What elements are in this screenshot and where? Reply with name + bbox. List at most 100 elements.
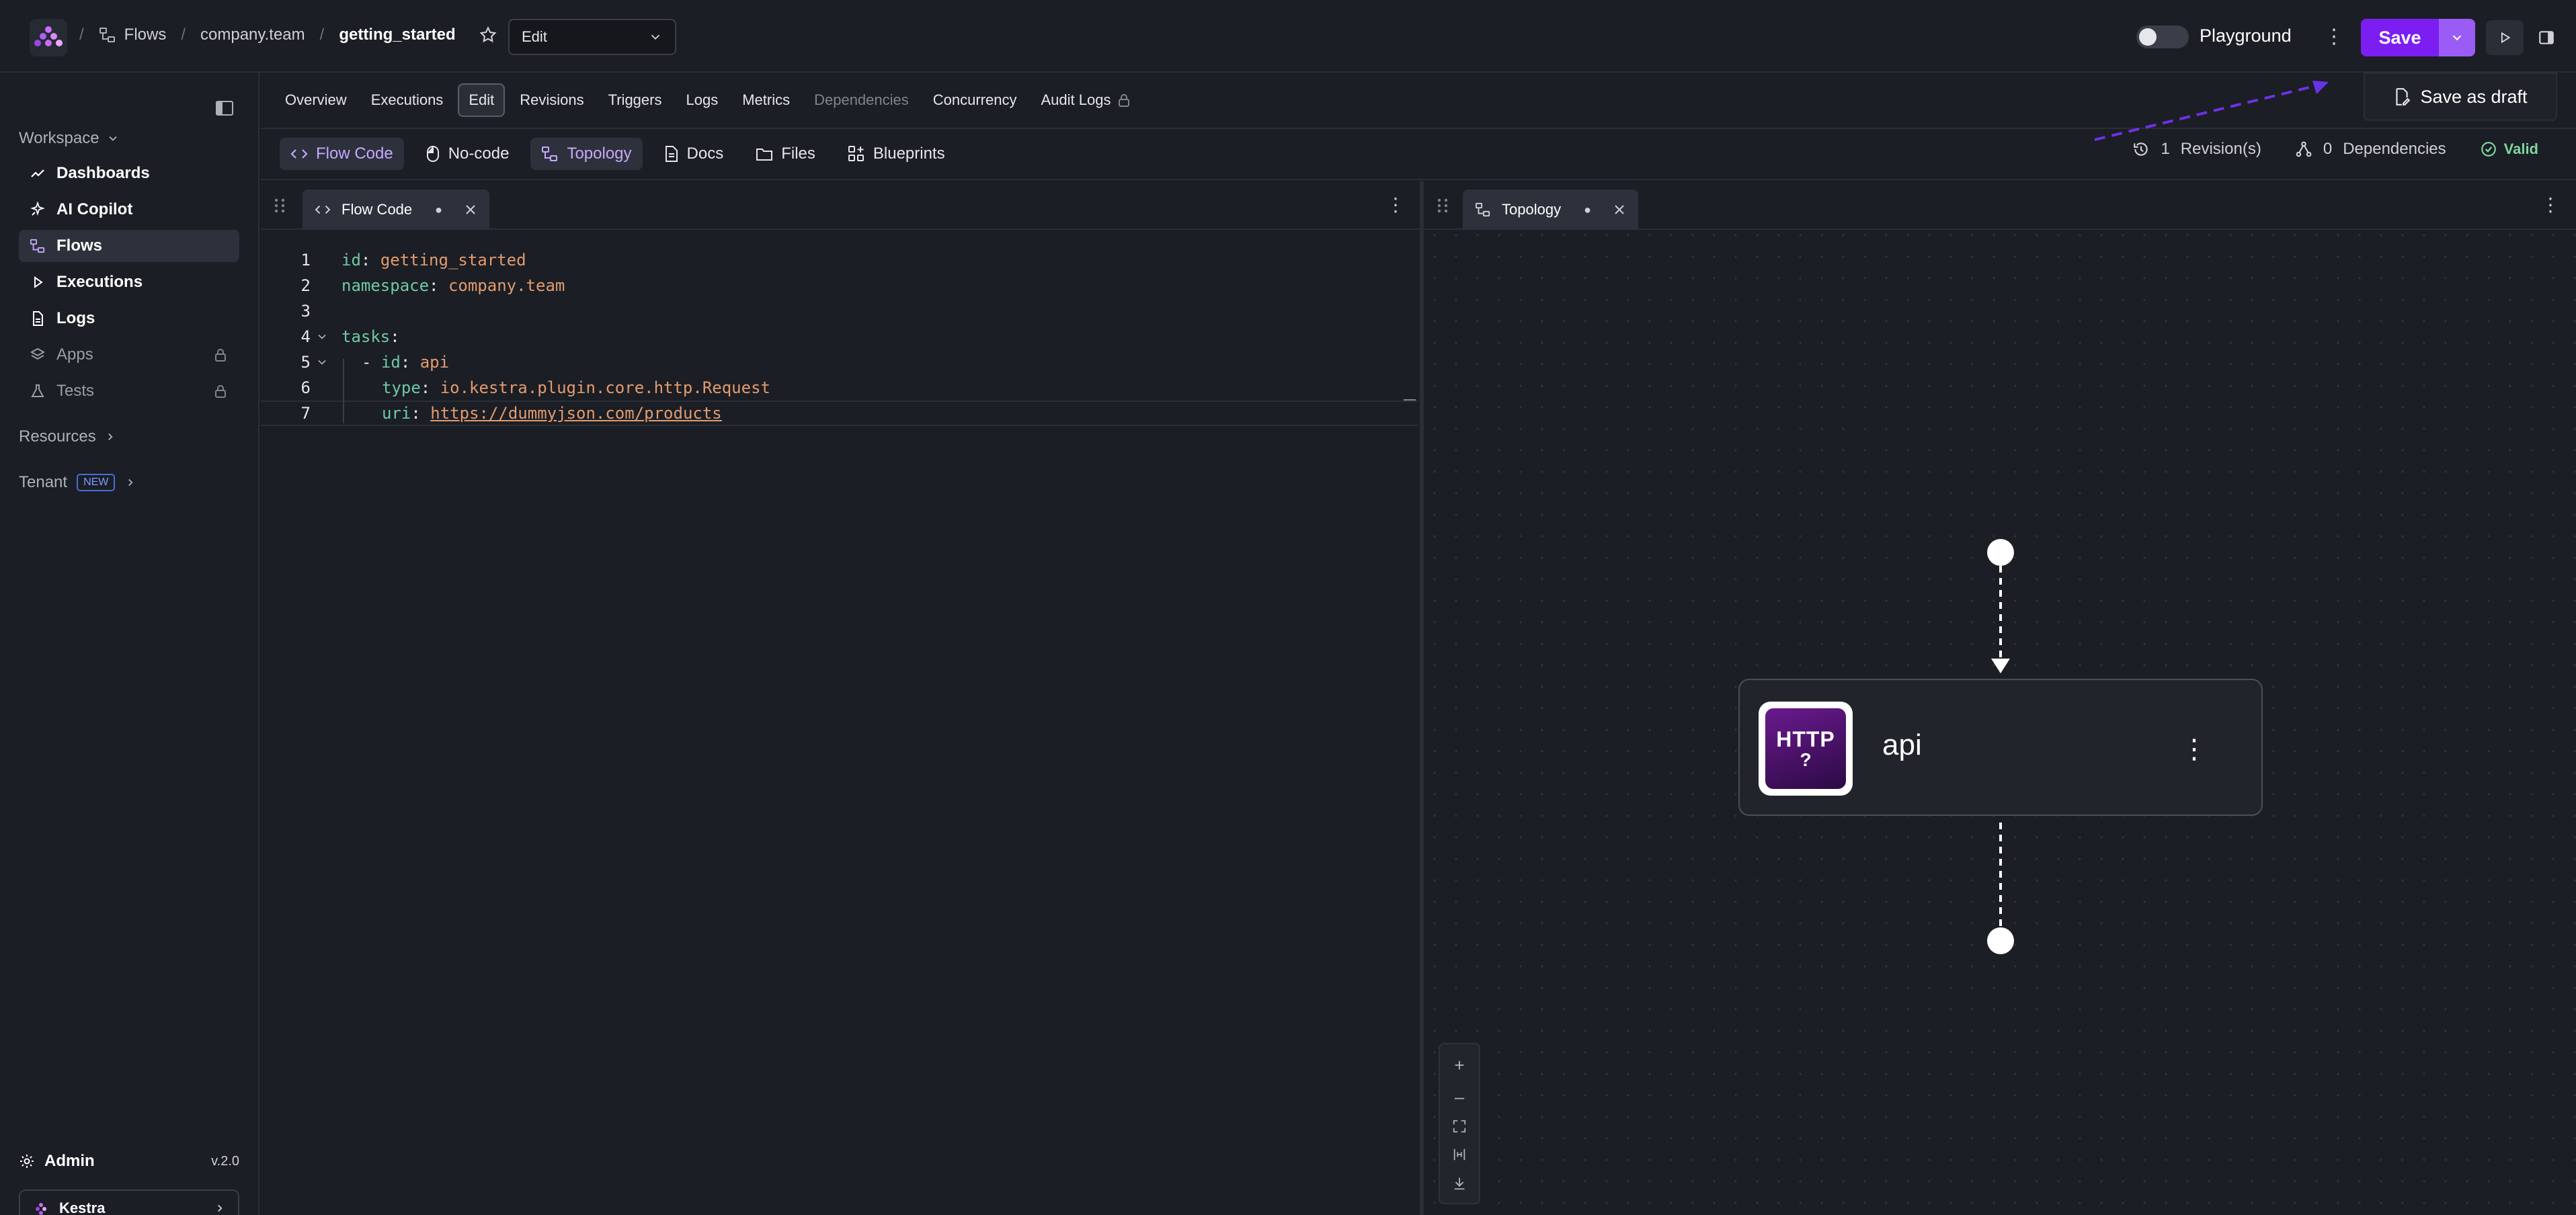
task-node-api[interactable]: HTTP ? api ⋮ [1738,679,2263,816]
execute-button[interactable] [2486,20,2524,55]
playground-label: Playground [2200,26,2292,46]
zoom-out-icon[interactable]: – [1455,1088,1464,1105]
tenant-card-label: Kestra [59,1200,106,1215]
sidebar-item-label: AI Copilot [56,200,133,218]
more-options-icon[interactable]: ⋮ [2324,23,2344,50]
tab-flow-code[interactable]: Flow Code ● [303,190,490,230]
side-panel-toggle[interactable] [2534,26,2559,50]
lock-icon [215,349,226,362]
blueprints-toggle[interactable]: Blueprints [837,138,956,170]
topology-toggle[interactable]: Topology [530,138,643,170]
workspace-selector[interactable]: Workspace [19,129,120,148]
dependencies-icon [2296,141,2312,157]
topology-icon [1475,202,1490,217]
close-icon[interactable] [1613,203,1626,216]
sidebar-resources[interactable]: Resources [19,427,116,446]
fit-view-icon[interactable] [1452,1119,1467,1134]
sidebar-tenant[interactable]: Tenant NEW [19,473,136,492]
breadcrumb: / Flows / company.team / getting_started [79,26,497,44]
sidebar-item-flows[interactable]: Flows [19,230,239,262]
close-icon[interactable] [464,203,477,216]
sidebar-item-ai-copilot[interactable]: AI Copilot [19,194,239,226]
files-toggle[interactable]: Files [745,138,826,170]
save-dropdown-button[interactable] [2439,19,2475,56]
code-line-current: 7 uri: https://dummyjson.com/products [261,401,1418,426]
tab-edit[interactable]: Edit [458,83,506,117]
end-node-dot[interactable] [1987,927,2014,954]
mode-select[interactable]: Edit [508,19,676,55]
docs-toggle[interactable]: Docs [653,138,735,170]
download-icon[interactable] [1452,1176,1467,1191]
breadcrumb-label: Flows [124,26,167,44]
tab-dependencies[interactable]: Dependencies [805,85,918,116]
layout-icon[interactable] [1452,1147,1467,1162]
chevron-right-icon [108,433,113,441]
tab-triggers[interactable]: Triggers [599,85,672,116]
sidebar-item-tests[interactable]: Tests [19,375,239,407]
tab-executions[interactable]: Executions [362,85,453,116]
task-node-label: api [1882,728,1922,761]
sidebar-item-label: Apps [56,345,93,364]
kestra-logo[interactable] [30,19,67,56]
tab-audit-logs[interactable]: Audit Logs [1031,85,1140,116]
breadcrumb-separator: / [79,26,84,44]
tab-topology[interactable]: Topology ● [1463,190,1638,230]
tab-logs[interactable]: Logs [676,85,727,116]
file-edit-icon [2396,88,2411,106]
sidebar-item-apps[interactable]: Apps [19,339,239,371]
sidebar-item-logs[interactable]: Logs [19,302,239,335]
history-icon [2134,142,2148,156]
topology-icon [542,146,558,161]
sidebar-item-dashboards[interactable]: Dashboards [19,157,239,190]
play-icon [34,276,43,288]
node-menu-icon[interactable]: ⋮ [2181,734,2208,765]
save-button[interactable]: Save [2361,19,2439,56]
resources-label: Resources [19,427,96,446]
dependencies-label: Dependencies [2343,140,2446,158]
drag-handle-icon[interactable] [273,196,286,215]
collapse-sidebar-icon[interactable] [215,99,234,122]
panel-tabbar: Flow Code ● ⋮ [261,181,1421,230]
gear-icon [20,1155,34,1168]
revisions-count: 1 [2161,140,2170,158]
flow-icon [99,28,115,42]
dependencies-count: 0 [2323,140,2333,158]
sidebar-item-label: Flows [56,237,103,255]
tab-concurrency[interactable]: Concurrency [924,85,1027,116]
tab-revisions[interactable]: Revisions [510,85,593,116]
file-icon [33,311,43,326]
panel-menu-icon[interactable]: ⋮ [1386,194,1405,216]
tool-label: Blueprints [873,144,945,163]
zoom-in-icon[interactable]: + [1454,1056,1464,1074]
mode-select-value: Edit [522,28,547,45]
panel-tab-label: Flow Code [341,201,413,218]
fold-chevron-icon[interactable] [311,330,333,343]
folder-icon [756,149,773,161]
revisions-indicator[interactable]: 1 Revision(s) [2132,140,2261,159]
tenant-switcher[interactable]: Kestra [19,1189,239,1215]
no-code-toggle[interactable]: No-code [415,138,520,170]
http-plugin-icon: HTTP ? [1759,702,1853,796]
breadcrumb-flows[interactable]: Flows [99,26,167,44]
tab-overview[interactable]: Overview [276,85,356,116]
panel-menu-icon[interactable]: ⋮ [2541,194,2560,216]
layers-icon [30,347,46,360]
star-icon[interactable] [479,26,497,44]
code-line: 6 type: io.kestra.plugin.core.http.Reque… [300,378,770,397]
code-line: 4 tasks: [300,327,400,346]
tab-metrics[interactable]: Metrics [733,85,799,116]
fold-chevron-icon[interactable] [311,355,333,369]
flask-icon [31,384,44,397]
sidebar-item-executions[interactable]: Executions [19,266,239,298]
dependencies-indicator[interactable]: 0 Dependencies [2295,140,2446,159]
drag-handle-icon[interactable] [1436,196,1449,215]
sidebar-admin[interactable]: Admin v.2.0 [19,1152,239,1171]
chevron-right-icon [128,478,133,487]
breadcrumb-separator: / [319,26,325,44]
flow-code-toggle[interactable]: Flow Code [280,138,404,170]
save-as-draft-label: Save as draft [2420,86,2528,107]
breadcrumb-namespace[interactable]: company.team [200,26,305,44]
playground-toggle[interactable] [2136,26,2189,48]
save-as-draft-button[interactable]: Save as draft [2364,73,2557,121]
start-node-dot[interactable] [1987,539,2014,566]
